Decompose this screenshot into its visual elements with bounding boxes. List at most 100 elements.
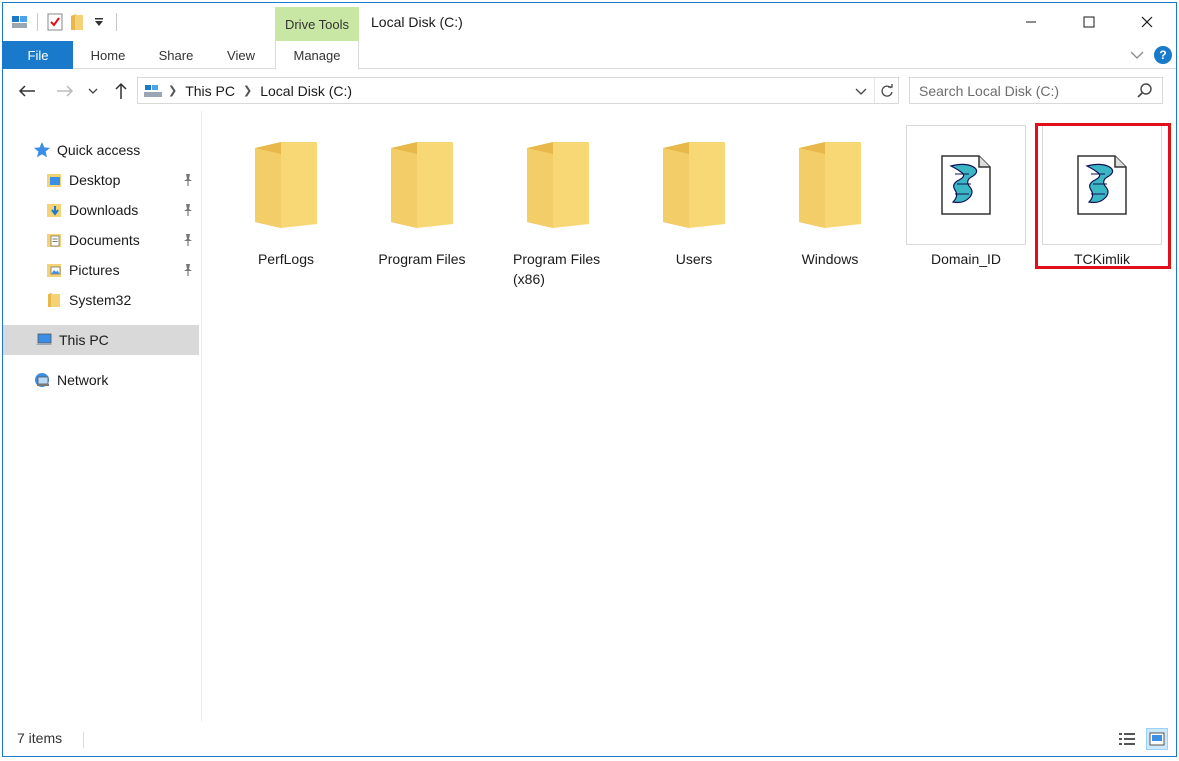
folder-item-program-files[interactable]: Program Files bbox=[361, 125, 483, 275]
large-icons-view-button[interactable] bbox=[1146, 728, 1168, 750]
status-bar: 7 items bbox=[3, 722, 1176, 756]
search-placeholder: Search Local Disk (C:) bbox=[919, 83, 1060, 99]
pin-icon[interactable] bbox=[181, 233, 195, 247]
folder-icon bbox=[226, 125, 346, 245]
documents-folder-icon bbox=[45, 231, 63, 249]
folder-item-perflogs[interactable]: PerfLogs bbox=[225, 125, 347, 275]
address-bar[interactable]: ❯ This PC ❯ Local Disk (C:) bbox=[137, 77, 899, 104]
sidebar-item-network[interactable]: Network bbox=[3, 365, 199, 395]
back-arrow-icon bbox=[18, 85, 35, 97]
forward-button[interactable] bbox=[53, 79, 77, 103]
new-folder-icon[interactable] bbox=[66, 11, 88, 33]
large-icons-view-icon bbox=[1149, 732, 1165, 746]
up-button[interactable] bbox=[109, 79, 133, 103]
details-view-icon bbox=[1119, 733, 1135, 745]
file-name: Windows bbox=[801, 251, 859, 267]
title-bar: Drive Tools Local Disk (C:) bbox=[3, 3, 1176, 41]
search-icon bbox=[1137, 83, 1152, 98]
file-name: Program Files (x86) bbox=[513, 251, 601, 287]
explorer-window: Drive Tools Local Disk (C:) File Home Sh… bbox=[2, 2, 1177, 757]
network-icon bbox=[33, 371, 51, 389]
navigation-pane: Quick access Desktop Downloads Documents bbox=[3, 121, 199, 721]
pin-icon[interactable] bbox=[181, 263, 195, 277]
file-item-domain-id[interactable]: Domain_ID bbox=[905, 125, 1027, 275]
tab-file[interactable]: File bbox=[3, 41, 73, 69]
folder-item-windows[interactable]: Windows bbox=[769, 125, 891, 275]
sidebar-item-label: Quick access bbox=[57, 142, 141, 158]
details-view-button[interactable] bbox=[1116, 728, 1138, 750]
drive-app-icon[interactable] bbox=[9, 11, 31, 33]
sidebar-item-this-pc[interactable]: This PC bbox=[3, 325, 199, 355]
close-button[interactable] bbox=[1118, 3, 1176, 41]
chevron-down-icon bbox=[88, 88, 98, 94]
back-button[interactable] bbox=[15, 79, 39, 103]
properties-icon[interactable] bbox=[44, 11, 66, 33]
drive-tools-tab-group: Drive Tools bbox=[275, 7, 359, 41]
pin-icon[interactable] bbox=[181, 173, 195, 187]
sidebar-item-pictures[interactable]: Pictures bbox=[3, 255, 199, 285]
window-title: Local Disk (C:) bbox=[371, 14, 463, 30]
sidebar-item-label: Documents bbox=[69, 232, 140, 248]
refresh-icon bbox=[880, 83, 893, 97]
highlight-box bbox=[1035, 123, 1171, 269]
this-pc-icon bbox=[140, 79, 166, 103]
refresh-button[interactable] bbox=[874, 78, 898, 103]
maximize-icon bbox=[1083, 16, 1095, 28]
sidebar-item-label: This PC bbox=[59, 332, 109, 348]
close-icon bbox=[1141, 16, 1153, 28]
sidebar-item-system32[interactable]: System32 bbox=[3, 285, 199, 315]
tab-manage[interactable]: Manage bbox=[275, 41, 359, 70]
file-name: Users bbox=[675, 251, 713, 267]
navigation-bar: ❯ This PC ❯ Local Disk (C:) Search Local… bbox=[3, 75, 1176, 109]
folder-icon bbox=[498, 125, 618, 245]
sidebar-item-downloads[interactable]: Downloads bbox=[3, 195, 199, 225]
folder-item-program-files-x86[interactable]: Program Files (x86) bbox=[497, 125, 619, 287]
window-controls bbox=[1002, 3, 1176, 41]
file-name: Domain_ID bbox=[930, 251, 1002, 267]
tab-home[interactable]: Home bbox=[81, 41, 135, 69]
sidebar-item-label: System32 bbox=[69, 292, 132, 308]
customize-toolbar-icon[interactable] bbox=[88, 11, 110, 33]
breadcrumb-this-pc[interactable]: This PC bbox=[179, 83, 241, 99]
chevron-down-icon bbox=[855, 88, 867, 95]
maximize-button[interactable] bbox=[1060, 3, 1118, 41]
pane-divider[interactable] bbox=[201, 111, 202, 723]
forward-arrow-icon bbox=[57, 85, 74, 97]
recent-locations-button[interactable] bbox=[85, 79, 101, 103]
pictures-folder-icon bbox=[45, 261, 63, 279]
file-name: Program Files bbox=[378, 251, 466, 267]
help-icon[interactable]: ? bbox=[1154, 46, 1172, 64]
quick-access-toolbar bbox=[9, 11, 123, 33]
sidebar-item-label: Desktop bbox=[69, 172, 121, 188]
sidebar-item-label: Downloads bbox=[69, 202, 139, 218]
sidebar-item-documents[interactable]: Documents bbox=[3, 225, 199, 255]
breadcrumb-local-disk[interactable]: Local Disk (C:) bbox=[254, 83, 358, 99]
minimize-icon bbox=[1026, 21, 1036, 23]
tab-share[interactable]: Share bbox=[151, 41, 201, 69]
pin-icon[interactable] bbox=[181, 203, 195, 217]
breadcrumb-separator-icon[interactable]: ❯ bbox=[241, 84, 254, 97]
folder-item-users[interactable]: Users bbox=[633, 125, 755, 275]
computer-icon bbox=[35, 331, 53, 349]
folder-icon bbox=[45, 291, 63, 309]
minimize-button[interactable] bbox=[1002, 3, 1060, 41]
sidebar-item-desktop[interactable]: Desktop bbox=[3, 165, 199, 195]
ribbon-tabs: File Home Share View Manage ? bbox=[3, 41, 1176, 70]
sidebar-item-quick-access[interactable]: Quick access bbox=[3, 135, 199, 165]
sidebar-item-label: Pictures bbox=[69, 262, 120, 278]
folder-icon bbox=[362, 125, 482, 245]
ribbon-right-controls: ? bbox=[1130, 46, 1172, 64]
search-input[interactable]: Search Local Disk (C:) bbox=[909, 77, 1163, 104]
breadcrumb-separator-icon: ❯ bbox=[168, 85, 178, 97]
address-dropdown-button[interactable] bbox=[850, 78, 872, 103]
sidebar-item-label: Network bbox=[57, 372, 109, 388]
up-arrow-icon bbox=[115, 82, 127, 99]
file-name: PerfLogs bbox=[257, 251, 315, 267]
file-list: PerfLogs Program Files Program Files (x8… bbox=[203, 115, 1176, 723]
folder-icon bbox=[770, 125, 890, 245]
expand-ribbon-icon[interactable] bbox=[1130, 47, 1144, 63]
script-file-icon bbox=[906, 125, 1026, 245]
downloads-folder-icon bbox=[45, 201, 63, 219]
tab-view[interactable]: View bbox=[219, 41, 263, 69]
item-count: 7 items bbox=[17, 730, 63, 746]
